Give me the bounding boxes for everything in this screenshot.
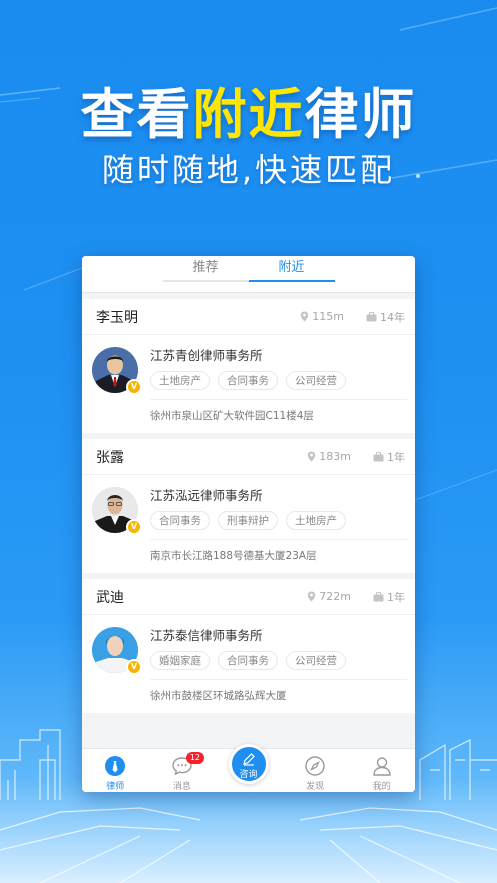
office-address: 徐州市鼓楼区环城路弘辉大厦 [150,679,407,713]
top-tabs: 推荐 附近 [82,256,415,293]
distance-text: 115m [312,310,344,323]
lawyer-meta: 722m 1年 [307,589,405,605]
practice-tags: 土地房产 合同事务 公司经营 [150,369,407,391]
practice-tag: 婚姻家庭 [150,650,210,670]
compass-icon [305,756,325,776]
tab-underline [248,280,335,282]
tabbar-lawyer[interactable]: 律师 [85,752,145,792]
lawyer-card[interactable]: 张露 183m 1年 V 江苏泓远律师事务所 合同事务 刑事辩护 土地房产 南京… [82,439,415,573]
lawyer-card[interactable]: 武迪 722m 1年 V 江苏泰信律师事务所 婚姻家庭 合同事务 公司经营 徐州… [82,579,415,713]
location-pin-icon [308,451,316,462]
practice-tag: 土地房产 [150,370,210,390]
tab-label: 附近 [278,260,305,275]
tabbar-mine[interactable]: 我的 [352,752,412,792]
tabbar-label: 发现 [306,782,325,792]
lawyer-card-body: V 江苏青创律师事务所 土地房产 合同事务 公司经营 徐州市泉山区矿大软件园C1… [82,335,415,433]
consult-label: 咨询 [239,770,258,780]
subline: 随时随地,快速匹配 [101,151,396,189]
lawyer-card-body: V 江苏泓远律师事务所 合同事务 刑事辩护 土地房产 南京市长江路188号德基大… [82,475,415,573]
briefcase-icon [373,451,384,461]
verified-v-icon: V [126,659,142,675]
location-pin-icon [308,591,316,602]
law-firm-name: 江苏泰信律师事务所 [150,628,263,643]
office-address: 南京市长江路188号德基大厦23A层 [150,539,407,573]
practice-tag: 公司经营 [286,650,346,670]
experience-years: 1年 [387,450,405,464]
lawyer-card-body: V 江苏泰信律师事务所 婚姻家庭 合同事务 公司经营 徐州市鼓楼区环城路弘辉大厦 [82,615,415,713]
tab-label: 推荐 [192,260,219,275]
tab-underline [162,280,249,282]
tab-nearby[interactable]: 附近 [248,256,335,292]
avatar: V [92,347,142,397]
headline-highlight: 附近 [192,83,305,146]
briefcase-icon [373,591,384,601]
consult-button[interactable]: 咨询 [228,744,269,784]
lawyer-name: 武迪 [96,589,124,606]
lawyer-meta: 183m 1年 [307,449,405,465]
practice-tag: 公司经营 [286,370,346,390]
tabbar-messages[interactable]: 12 消息 [152,752,212,792]
location-pin-icon [301,311,309,322]
verified-v-icon: V [126,519,142,535]
tabbar-label: 我的 [372,782,391,792]
bottom-tab-bar: 律师 12 消息 发现 我的 咨询 [82,744,415,792]
user-icon [372,757,391,776]
practice-tags: 合同事务 刑事辩护 土地房产 [150,509,407,531]
office-address: 徐州市泉山区矿大软件园C11楼4层 [150,399,407,433]
practice-tag: 合同事务 [218,370,278,390]
briefcase-icon [366,311,377,321]
lawyer-name: 李玉明 [96,309,138,326]
experience-years: 14年 [380,310,405,324]
lawyer-tie-icon [105,756,126,776]
verified-v-icon: V [126,379,142,395]
headline-suffix: 律师 [304,83,417,146]
lawyer-info: 江苏泰信律师事务所 婚姻家庭 合同事务 公司经营 徐州市鼓楼区环城路弘辉大厦 [150,625,407,713]
tabbar-discover[interactable]: 发现 [285,752,345,792]
lawyer-card-header: 张露 183m 1年 [82,439,415,475]
avatar: V [92,487,142,537]
lawyer-card[interactable]: 李玉明 115m 14年 V 江苏青创律师事务所 土地房产 合同事务 公司经营 … [82,299,415,433]
practice-tag: 土地房产 [286,510,346,530]
practice-tag: 刑事辩护 [218,510,278,530]
experience-years: 1年 [387,590,405,604]
lawyer-meta: 115m 14年 [300,309,405,325]
distance-text: 722m [319,590,351,603]
pen-icon [242,753,255,766]
law-firm-name: 江苏青创律师事务所 [150,348,263,363]
lawyer-card-header: 李玉明 115m 14年 [82,299,415,335]
headline: 查看附近律师 [0,70,497,149]
lawyer-info: 江苏泓远律师事务所 合同事务 刑事辩护 土地房产 南京市长江路188号德基大厦2… [150,485,407,573]
law-firm-name: 江苏泓远律师事务所 [150,488,263,503]
practice-tag: 合同事务 [218,650,278,670]
avatar: V [92,627,142,677]
practice-tag: 合同事务 [150,510,210,530]
practice-tags: 婚姻家庭 合同事务 公司经营 [150,649,407,671]
distance-text: 183m [319,450,351,463]
lawyer-card-header: 武迪 722m 1年 [82,579,415,615]
tabbar-label: 消息 [172,782,191,792]
message-count-badge: 12 [185,752,204,764]
lawyer-name: 张露 [96,449,124,466]
tab-recommended[interactable]: 推荐 [162,256,249,292]
headline-prefix: 查看 [80,83,193,146]
app-screen: 推荐 附近 李玉明 115m 14年 V 江苏青创律师事务所 土地房产 合同事务… [82,256,415,792]
tabbar-label: 律师 [106,782,125,792]
lawyer-info: 江苏青创律师事务所 土地房产 合同事务 公司经营 徐州市泉山区矿大软件园C11楼… [150,345,407,433]
